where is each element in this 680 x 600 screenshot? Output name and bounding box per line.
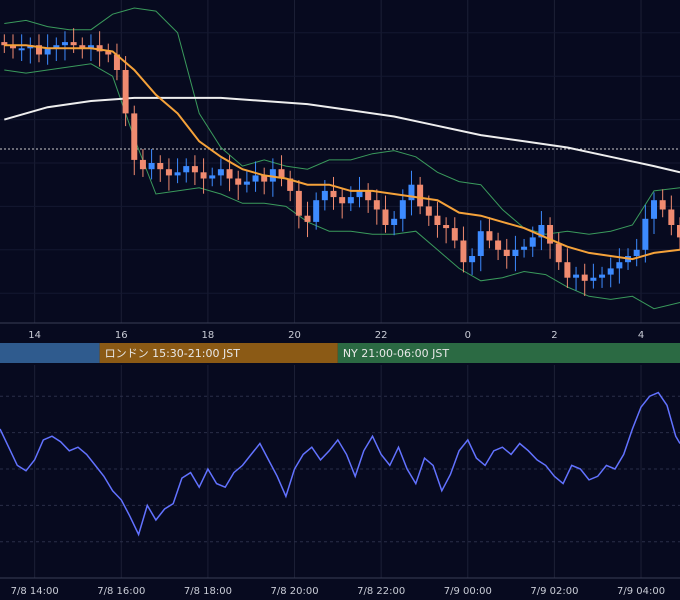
candle-body bbox=[139, 159, 146, 170]
candle-body bbox=[503, 249, 510, 256]
oscillator-x-tick-label: 7/8 18:00 bbox=[184, 586, 232, 597]
candle-body bbox=[633, 249, 640, 256]
chart-canvas: 14 16 18 20 22 0 2 4 ロンドン 15:30-21:00 JST NY 21:… bbox=[0, 0, 680, 600]
candle-body bbox=[399, 200, 406, 219]
price-x-tick-label: 18 bbox=[202, 330, 215, 341]
candle-body bbox=[555, 243, 562, 263]
price-x-tick-label: 0 bbox=[465, 330, 471, 341]
candle-body bbox=[61, 42, 68, 46]
candle-body bbox=[599, 274, 606, 278]
candle-body bbox=[469, 256, 476, 263]
candle-body bbox=[174, 172, 181, 176]
candle-body bbox=[651, 200, 658, 219]
candle-body bbox=[157, 163, 164, 170]
candle-body bbox=[165, 169, 172, 176]
price-x-tick-label: 4 bbox=[638, 330, 644, 341]
oscillator-x-tick-label: 7/9 00:00 bbox=[444, 586, 492, 597]
candle-body bbox=[200, 172, 207, 179]
candle-body bbox=[573, 274, 580, 278]
candle-body bbox=[382, 209, 389, 225]
oscillator-x-tick-label: 7/9 04:00 bbox=[617, 586, 665, 597]
candle-body bbox=[347, 197, 354, 204]
oscillator-x-tick-label: 7/8 20:00 bbox=[270, 586, 318, 597]
candle-body bbox=[581, 274, 588, 281]
candle-body bbox=[451, 228, 458, 241]
oscillator-x-tick-label: 7/8 14:00 bbox=[11, 586, 59, 597]
candle-body bbox=[365, 190, 372, 201]
candle-body bbox=[460, 240, 467, 263]
price-x-tick-label: 22 bbox=[375, 330, 388, 341]
candle-body bbox=[235, 178, 242, 185]
candle-body bbox=[564, 262, 571, 278]
candle-body bbox=[616, 262, 623, 269]
candle-body bbox=[330, 190, 337, 198]
candle-body bbox=[590, 277, 597, 281]
candle-body bbox=[659, 200, 666, 210]
candle-body bbox=[122, 70, 129, 114]
candle-body bbox=[434, 215, 441, 225]
candle-body bbox=[295, 190, 302, 216]
candle-body bbox=[443, 225, 450, 229]
candle-body bbox=[477, 231, 484, 256]
candle-body bbox=[304, 215, 311, 222]
candle-body bbox=[148, 163, 155, 170]
candle-body bbox=[243, 181, 250, 185]
candle-body bbox=[339, 197, 346, 204]
candle-body bbox=[209, 175, 216, 179]
oscillator-x-tick-label: 7/9 02:00 bbox=[530, 586, 578, 597]
candle-body bbox=[417, 184, 424, 207]
price-x-tick-label: 16 bbox=[115, 330, 128, 341]
candle-body bbox=[70, 42, 77, 46]
candle-body bbox=[373, 200, 380, 210]
price-x-tick-label: 14 bbox=[28, 330, 41, 341]
session-bar: ロンドン 15:30-21:00 JST NY 21:00-06:00 JST bbox=[0, 343, 680, 363]
candle-body bbox=[183, 166, 190, 173]
candle-body bbox=[391, 218, 398, 225]
price-x-tick-label: 2 bbox=[551, 330, 557, 341]
candle-body bbox=[529, 237, 536, 247]
candle-body bbox=[607, 268, 614, 275]
candle-body bbox=[321, 190, 328, 201]
oscillator-x-tick-label: 7/8 22:00 bbox=[357, 586, 405, 597]
candle-body bbox=[131, 113, 138, 160]
candle-body bbox=[191, 166, 198, 173]
candle-body bbox=[408, 184, 415, 201]
candle-body bbox=[226, 169, 233, 179]
price-x-tick-label: 20 bbox=[288, 330, 301, 341]
session-label: ロンドン 15:30-21:00 JST bbox=[105, 347, 241, 360]
candle-body bbox=[642, 218, 649, 250]
candle-body bbox=[313, 200, 320, 222]
candle-body bbox=[512, 249, 519, 256]
candle-body bbox=[495, 240, 502, 250]
candle-body bbox=[252, 175, 259, 182]
candle-body bbox=[425, 206, 432, 216]
candle-body bbox=[668, 209, 675, 225]
candle-body bbox=[18, 48, 25, 51]
oscillator-x-tick-label: 7/8 16:00 bbox=[97, 586, 145, 597]
session-block bbox=[0, 343, 100, 363]
candle-body bbox=[521, 246, 528, 250]
session-label: NY 21:00-06:00 JST bbox=[343, 347, 450, 360]
candle-body bbox=[217, 169, 224, 176]
candle-body bbox=[486, 231, 493, 241]
